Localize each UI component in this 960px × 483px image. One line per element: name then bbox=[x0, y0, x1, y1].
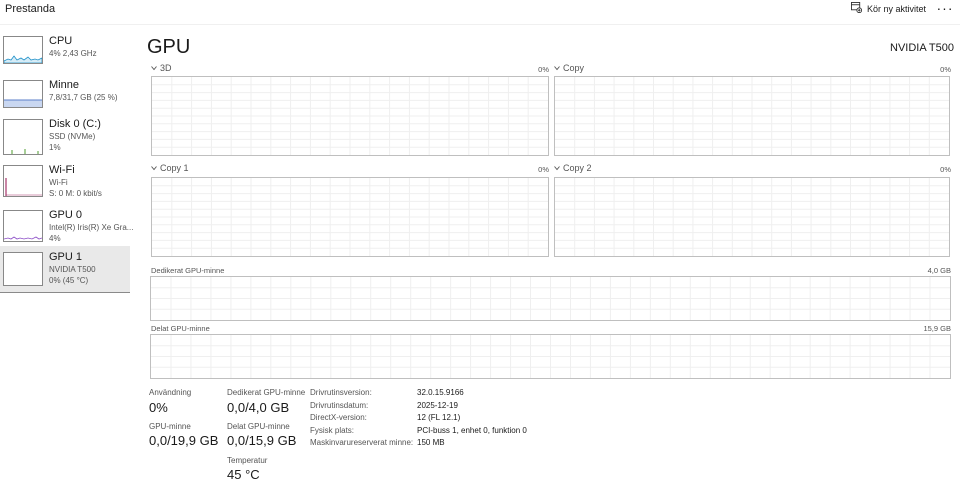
run-new-task-label: Kör ny aktivitet bbox=[866, 3, 926, 14]
run-new-task-button[interactable]: Kör ny aktivitet bbox=[850, 2, 926, 15]
chevron-down-icon bbox=[554, 163, 560, 173]
engine-percent: 0% bbox=[940, 65, 951, 74]
engine-label: 3D bbox=[160, 63, 172, 73]
gpu-memory-label: GPU-minne bbox=[149, 422, 191, 431]
usage-value: 0% bbox=[149, 400, 168, 415]
gpu-heading: GPU bbox=[147, 36, 191, 58]
engine-graph-copy-1 bbox=[151, 177, 549, 257]
info-key: DirectX-version: bbox=[310, 413, 367, 422]
gpu0-thumbnail-graph bbox=[3, 210, 43, 242]
info-value: 12 (FL 12.1) bbox=[417, 413, 461, 422]
sidebar-item-detail: Wi-Fi bbox=[49, 178, 68, 187]
sidebar-item-detail: S: 0 M: 0 kbit/s bbox=[49, 189, 102, 198]
run-task-icon bbox=[850, 2, 863, 15]
engine-graph-copy-2 bbox=[554, 177, 950, 257]
temperature-label: Temperatur bbox=[227, 456, 268, 465]
gpu-memory-value: 0,0/19,9 GB bbox=[149, 433, 219, 448]
gpu-device-name: NVIDIA T500 bbox=[890, 42, 954, 54]
engine-graph-3d bbox=[151, 76, 549, 156]
sidebar-item-detail: 4% bbox=[49, 234, 61, 243]
sidebar-item-cpu[interactable]: CPU 4% 2,43 GHz bbox=[0, 30, 130, 74]
memory-thumbnail-graph bbox=[3, 80, 43, 108]
shared-memory-stat-value: 0,0/15,9 GB bbox=[227, 433, 297, 448]
page-title: Prestanda bbox=[5, 3, 56, 15]
sidebar-item-label: CPU bbox=[49, 35, 73, 47]
sidebar-item-detail: 0% (45 °C) bbox=[49, 276, 89, 285]
sidebar-item-detail: 4% 2,43 GHz bbox=[49, 49, 97, 58]
header-divider bbox=[0, 24, 960, 25]
top-bar: Prestanda Kör ny aktivitet ··· bbox=[0, 0, 960, 24]
gpu1-thumbnail-graph bbox=[3, 252, 43, 286]
shared-memory-label: Delat GPU-minne bbox=[151, 324, 210, 333]
sidebar-item-label: GPU 1 bbox=[49, 251, 83, 263]
cpu-thumbnail-graph bbox=[3, 36, 43, 64]
shared-memory-max: 15,9 GB bbox=[923, 324, 951, 333]
sidebar-item-detail: NVIDIA T500 bbox=[49, 265, 96, 274]
chevron-down-icon bbox=[151, 63, 157, 73]
sidebar-item-disk[interactable]: Disk 0 (C:) SSD (NVMe) 1% bbox=[0, 113, 130, 157]
engine-selector-3d[interactable]: 3D bbox=[151, 63, 172, 73]
sidebar-item-detail: Intel(R) Iris(R) Xe Gra... bbox=[49, 223, 134, 232]
dedicated-memory-stat-value: 0,0/4,0 GB bbox=[227, 400, 290, 415]
disk-thumbnail-graph bbox=[3, 119, 43, 155]
engine-percent: 0% bbox=[538, 165, 549, 174]
engine-label: Copy 2 bbox=[563, 163, 592, 173]
usage-label: Användning bbox=[149, 388, 192, 397]
engine-graph-copy bbox=[554, 76, 950, 156]
chevron-down-icon bbox=[151, 163, 157, 173]
sidebar-item-detail: SSD (NVMe) bbox=[49, 132, 96, 141]
engine-label: Copy 1 bbox=[160, 163, 189, 173]
more-options-icon[interactable]: ··· bbox=[934, 0, 956, 16]
engine-label: Copy bbox=[563, 63, 585, 73]
info-key: Fysisk plats: bbox=[310, 426, 355, 435]
shared-memory-graph bbox=[150, 334, 951, 379]
sidebar-item-label: Disk 0 (C:) bbox=[49, 118, 101, 130]
sidebar-item-wifi[interactable]: Wi-Fi Wi-Fi S: 0 M: 0 kbit/s bbox=[0, 159, 130, 203]
dedicated-memory-graph bbox=[150, 276, 951, 321]
sidebar-item-gpu-0[interactable]: GPU 0 Intel(R) Iris(R) Xe Gra... 4% bbox=[0, 204, 134, 248]
info-value: 150 MB bbox=[417, 438, 445, 447]
shared-memory-stat-label: Delat GPU-minne bbox=[227, 422, 290, 431]
engine-selector-copy[interactable]: Copy bbox=[554, 63, 584, 73]
temperature-value: 45 °C bbox=[227, 467, 260, 482]
engine-percent: 0% bbox=[940, 165, 951, 174]
info-key: Drivrutinsdatum: bbox=[310, 401, 369, 410]
sidebar-item-memory[interactable]: Minne 7,8/31,7 GB (25 %) bbox=[0, 74, 130, 118]
engine-selector-copy-1[interactable]: Copy 1 bbox=[151, 163, 189, 173]
chevron-down-icon bbox=[554, 63, 560, 73]
engine-percent: 0% bbox=[538, 65, 549, 74]
info-key: Drivrutinsversion: bbox=[310, 388, 372, 397]
sidebar-item-label: Wi-Fi bbox=[49, 164, 75, 176]
wifi-thumbnail-graph bbox=[3, 165, 43, 197]
info-value: 32.0.15.9166 bbox=[417, 388, 464, 397]
info-value: PCI-buss 1, enhet 0, funktion 0 bbox=[417, 426, 527, 435]
sidebar-item-detail: 1% bbox=[49, 143, 61, 152]
info-key: Maskinvarureserverat minne: bbox=[310, 438, 414, 447]
sidebar-item-detail: 7,8/31,7 GB (25 %) bbox=[49, 93, 118, 102]
dedicated-memory-max: 4,0 GB bbox=[927, 266, 951, 275]
sidebar-item-gpu-1[interactable]: GPU 1 NVIDIA T500 0% (45 °C) bbox=[0, 246, 130, 293]
sidebar-item-label: GPU 0 bbox=[49, 209, 83, 221]
dedicated-memory-label: Dedikerat GPU-minne bbox=[151, 266, 225, 275]
info-value: 2025-12-19 bbox=[417, 401, 458, 410]
dedicated-memory-stat-label: Dedikerat GPU-minne bbox=[227, 388, 306, 397]
engine-selector-copy-2[interactable]: Copy 2 bbox=[554, 163, 592, 173]
sidebar-item-label: Minne bbox=[49, 79, 79, 91]
